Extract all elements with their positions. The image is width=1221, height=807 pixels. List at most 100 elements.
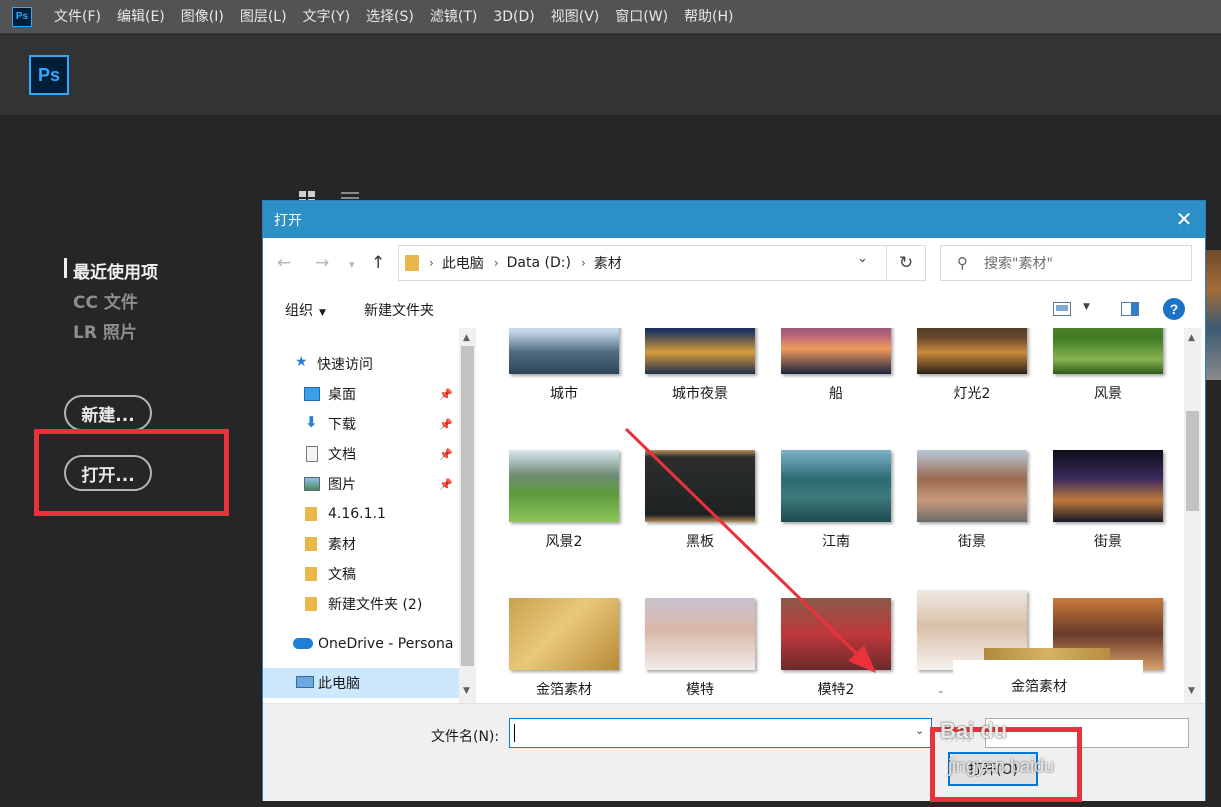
- document-icon: [306, 446, 318, 462]
- address-bar[interactable]: › 此电脑 › Data (D:) › 素材: [398, 245, 926, 281]
- nav-label: 此电脑: [318, 676, 360, 692]
- menu-file[interactable]: 文件(F): [46, 0, 109, 34]
- breadcrumb-this-pc[interactable]: 此电脑: [442, 253, 484, 273]
- menu-view[interactable]: 视图(V): [543, 0, 608, 34]
- nav-item-onedrive[interactable]: OneDrive - Persona: [263, 629, 459, 659]
- nav-item-folder-4-16-1-1[interactable]: 4.16.1.1: [263, 499, 459, 529]
- menu-edit[interactable]: 编辑(E): [109, 0, 173, 34]
- watermark-logo: Bai du: [940, 718, 1008, 743]
- menu-help[interactable]: 帮助(H): [676, 0, 741, 34]
- lr-photos-link[interactable]: LR 照片: [73, 318, 137, 343]
- file-name: 风景2: [545, 534, 583, 550]
- ps-app-icon[interactable]: Ps: [12, 6, 32, 27]
- menu-type[interactable]: 文字(Y): [295, 0, 358, 34]
- menu-layer[interactable]: 图层(L): [232, 0, 295, 34]
- nav-label: 图片: [328, 477, 356, 493]
- cloud-icon: [293, 638, 313, 649]
- file-grid-scrollbar-thumb[interactable]: [1186, 411, 1199, 511]
- nav-label: 桌面: [328, 387, 356, 403]
- pictures-icon: [304, 477, 320, 491]
- nav-item-quick-access[interactable]: ★ 快速访问: [263, 349, 459, 379]
- file-thumbnail: [781, 328, 891, 374]
- scroll-up-icon[interactable]: ▲: [1188, 333, 1195, 343]
- navigation-pane: ★ 快速访问 桌面 📌 ⬇ 下载 📌 文档 📌 图片 📌 4.16.1.1 素材…: [263, 328, 477, 703]
- breadcrumb-drive[interactable]: Data (D:): [507, 255, 571, 271]
- computer-icon: [296, 676, 314, 688]
- nav-scrollbar-thumb[interactable]: [461, 346, 474, 666]
- menu-select[interactable]: 选择(S): [358, 0, 422, 34]
- nav-item-folder-sucai[interactable]: 素材: [263, 529, 459, 559]
- pin-icon: 📌: [439, 477, 453, 491]
- nav-item-new-folder-2[interactable]: 新建文件夹 (2): [263, 589, 459, 619]
- help-icon[interactable]: ?: [1163, 298, 1185, 320]
- new-folder-button[interactable]: 新建文件夹: [364, 300, 434, 320]
- dialog-title-bar[interactable]: 打开 ✕: [263, 201, 1205, 238]
- dialog-title: 打开: [274, 213, 302, 229]
- file-thumbnail: [509, 598, 619, 670]
- menu-window[interactable]: 窗口(W): [607, 0, 676, 34]
- breadcrumb-separator-icon: ›: [429, 256, 434, 270]
- recent-link[interactable]: 最近使用项: [73, 258, 158, 283]
- nav-item-downloads[interactable]: ⬇ 下载 📌: [263, 409, 459, 439]
- nav-item-folder-wengao[interactable]: 文稿: [263, 559, 459, 589]
- nav-item-pictures[interactable]: 图片 📌: [263, 469, 459, 499]
- nav-label: 快速访问: [317, 357, 373, 373]
- file-thumbnail: [1053, 328, 1163, 374]
- menu-3d[interactable]: 3D(D): [485, 0, 542, 34]
- menu-image[interactable]: 图像(I): [173, 0, 232, 34]
- search-input[interactable]: ⚲ 搜索"素材": [940, 245, 1192, 281]
- active-link-marker: [64, 258, 67, 278]
- nav-item-this-pc[interactable]: 此电脑: [263, 668, 459, 698]
- up-arrow-icon[interactable]: ↑: [371, 253, 385, 273]
- watermark-url: jingyan.baidu: [948, 756, 1055, 776]
- menu-filter[interactable]: 滤镜(T): [422, 0, 485, 34]
- back-arrow-icon[interactable]: ←: [277, 253, 291, 273]
- view-options-chevron-icon[interactable]: ▼: [1083, 302, 1090, 312]
- chevron-down-icon: ▼: [319, 308, 326, 318]
- breadcrumb-separator-icon: ›: [493, 256, 499, 270]
- preview-pane-icon[interactable]: [1121, 301, 1139, 320]
- search-icon: ⚲: [957, 254, 968, 272]
- scroll-up-icon[interactable]: ▲: [463, 333, 470, 343]
- breadcrumb-folder[interactable]: 素材: [594, 253, 622, 273]
- organize-button[interactable]: 组织 ▼: [285, 300, 326, 320]
- nav-label: 下载: [328, 417, 356, 433]
- file-name: 金箔素材: [536, 682, 592, 698]
- filename-history-chevron-icon[interactable]: ⌄: [915, 724, 924, 737]
- text-caret: [514, 724, 515, 742]
- nav-item-desktop[interactable]: 桌面 📌: [263, 379, 459, 409]
- nav-label: 文稿: [328, 567, 356, 583]
- search-placeholder: 搜索"素材": [984, 256, 1053, 272]
- forward-arrow-icon[interactable]: →: [315, 253, 329, 273]
- pin-icon: 📌: [439, 387, 453, 401]
- file-name: 街景: [1094, 534, 1122, 550]
- folder-icon: [305, 597, 317, 611]
- background-thumbnail-strip: [1205, 250, 1221, 380]
- scroll-down-icon[interactable]: ⌄: [937, 686, 945, 696]
- scroll-down-icon[interactable]: ▼: [463, 686, 470, 696]
- file-name: 风景: [1094, 386, 1122, 402]
- refresh-icon[interactable]: ↻: [886, 245, 926, 281]
- download-icon: ⬇: [305, 413, 318, 431]
- close-icon[interactable]: ✕: [1171, 206, 1197, 232]
- change-view-icon[interactable]: [1053, 301, 1071, 320]
- nav-item-documents[interactable]: 文档 📌: [263, 439, 459, 469]
- ps-logo: Ps: [29, 55, 69, 95]
- file-thumbnail: [509, 328, 619, 374]
- new-button[interactable]: 新建...: [64, 395, 152, 431]
- file-grid-scrollbar[interactable]: [1184, 328, 1201, 703]
- scroll-down-icon[interactable]: ▼: [1188, 686, 1195, 696]
- filename-label: 文件名(N):: [431, 729, 500, 745]
- pin-icon: 📌: [439, 447, 453, 461]
- filename-input[interactable]: [509, 718, 932, 748]
- cc-files-link[interactable]: CC 文件: [73, 288, 138, 313]
- star-icon: ★: [295, 354, 308, 370]
- address-history-chevron-icon[interactable]: ⌄: [857, 251, 868, 266]
- file-name: 街景: [958, 534, 986, 550]
- nav-label: 4.16.1.1: [328, 506, 386, 522]
- file-name: 灯光2: [953, 386, 991, 402]
- recent-locations-chevron-icon[interactable]: ▾: [349, 258, 355, 271]
- nav-label: 新建文件夹 (2): [328, 597, 423, 613]
- file-name: 船: [829, 386, 843, 402]
- file-thumbnail: [509, 450, 619, 522]
